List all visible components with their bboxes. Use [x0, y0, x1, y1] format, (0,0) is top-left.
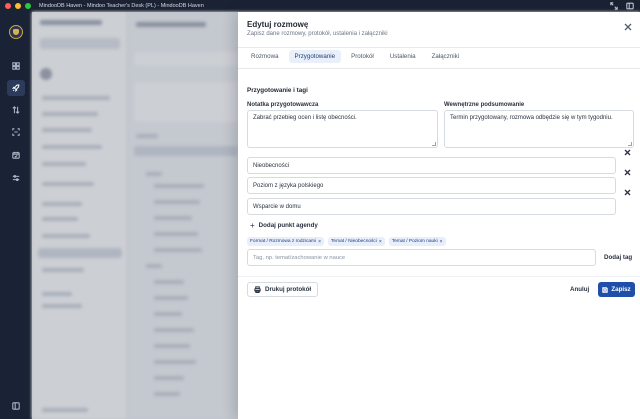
add-tag-button[interactable]: Dodaj tag: [600, 250, 637, 265]
remove-tag-icon[interactable]: ×: [318, 239, 321, 245]
tab-protocol[interactable]: Protokół: [345, 50, 380, 63]
agenda-item-input[interactable]: Wsparcie w domu: [247, 198, 616, 215]
internal-summary-textarea[interactable]: Termin przygotowany, rozmowa odbędzie si…: [444, 110, 634, 148]
tag-chip-label: Temat / Poziom nauki: [391, 239, 438, 244]
print-protocol-button[interactable]: Drukuj protokół: [247, 282, 319, 297]
plus-icon: +: [250, 221, 255, 230]
prep-note-value: Zabrać przebieg ocen i listę obecności.: [253, 115, 357, 121]
rocket-icon: [12, 84, 20, 92]
tab-meeting[interactable]: Rozmowa: [245, 50, 285, 63]
maximize-window-button[interactable]: [25, 3, 31, 9]
printer-icon: [254, 286, 261, 293]
close-icon: [624, 23, 632, 31]
save-icon: [602, 286, 609, 293]
remove-tag-icon[interactable]: ×: [379, 239, 382, 245]
tag-chip: Temat / Nieobecności ×: [328, 237, 385, 246]
rail-settings[interactable]: [10, 172, 22, 184]
tag-list: Format / Rozmowa z rodzicami × Temat / N…: [247, 237, 446, 246]
arrows-icon: [12, 106, 20, 114]
close-icon: [624, 189, 631, 196]
tag-input[interactable]: [248, 250, 595, 265]
rail-scan[interactable]: [10, 126, 22, 138]
minimize-window-button[interactable]: [15, 3, 21, 9]
cancel-button[interactable]: Anuluj: [570, 283, 589, 296]
rail-dashboard[interactable]: [10, 60, 22, 72]
internal-summary-label: Wewnętrzne podsumowanie: [444, 102, 525, 108]
rail-panel-toggle[interactable]: [10, 400, 22, 412]
rail-calendar[interactable]: [10, 149, 22, 161]
panel-icon: [12, 402, 20, 410]
save-label: Zapisz: [611, 286, 631, 293]
add-agenda-label: Dodaj punkt agendy: [258, 222, 318, 229]
prep-note-textarea[interactable]: Zabrać przebieg ocen i listę obecności.: [247, 110, 438, 148]
add-agenda-item-button[interactable]: + Dodaj punkt agendy: [247, 219, 321, 232]
save-button[interactable]: Zapisz: [598, 282, 635, 297]
remove-agenda-item-button[interactable]: [624, 149, 631, 156]
scan-icon: [12, 128, 20, 136]
tab-attachments[interactable]: Załączniki: [426, 50, 466, 63]
internal-summary-value: Termin przygotowany, rozmowa odbędzie si…: [450, 115, 613, 121]
window-title: MindooDB Haven - Mindoo Teacher's Desk (…: [39, 3, 204, 9]
edit-meeting-drawer: Edytuj rozmowę Zapisz dane rozmowy, prot…: [238, 12, 640, 419]
agenda-item-input[interactable]: Poziom z języka polskiego: [247, 177, 616, 194]
tag-input-wrapper: [247, 249, 596, 266]
prep-note-label: Notatka przygotowawcza: [247, 102, 319, 108]
expand-icon[interactable]: [610, 2, 618, 10]
remove-tag-icon[interactable]: ×: [440, 239, 443, 245]
remove-agenda-item-button[interactable]: [624, 189, 631, 196]
close-window-button[interactable]: [5, 3, 11, 9]
app-rail: [0, 12, 32, 419]
sliders-icon: [12, 174, 20, 182]
calendar-check-icon: [12, 151, 20, 159]
remove-agenda-item-button[interactable]: [624, 169, 631, 176]
grid-icon: [12, 62, 20, 70]
tab-agreements[interactable]: Ustalenia: [384, 50, 422, 63]
drawer-title: Edytuj rozmowę: [247, 20, 309, 29]
window-controls: [5, 3, 31, 9]
agenda-item-input[interactable]: Nieobecności: [247, 157, 616, 174]
sidebar-toggle-icon[interactable]: [626, 2, 634, 10]
resize-handle[interactable]: [432, 142, 436, 146]
drawer-tabs: Rozmowa Przygotowanie Protokół Ustalenia…: [245, 50, 465, 63]
section-title: Przygotowanie i tagi: [247, 87, 308, 94]
tag-chip: Temat / Poziom nauki ×: [388, 237, 446, 246]
tag-chip: Format / Rozmowa z rodzicami ×: [247, 237, 325, 246]
rail-transfers[interactable]: [10, 104, 22, 116]
resize-handle[interactable]: [628, 142, 632, 146]
window-titlebar: MindooDB Haven - Mindoo Teacher's Desk (…: [0, 0, 640, 12]
close-drawer-button[interactable]: [624, 23, 632, 31]
drawer-subtitle: Zapisz dane rozmowy, protokół, ustalenia…: [247, 31, 388, 37]
tag-chip-label: Temat / Nieobecności: [331, 239, 377, 244]
rail-meetings[interactable]: [7, 80, 25, 96]
close-icon: [624, 169, 631, 176]
app-logo: [9, 25, 23, 39]
tag-chip-label: Format / Rozmowa z rodzicami: [250, 239, 317, 244]
close-icon: [624, 149, 631, 156]
tab-preparation[interactable]: Przygotowanie: [288, 50, 342, 63]
print-protocol-label: Drukuj protokół: [265, 286, 312, 293]
